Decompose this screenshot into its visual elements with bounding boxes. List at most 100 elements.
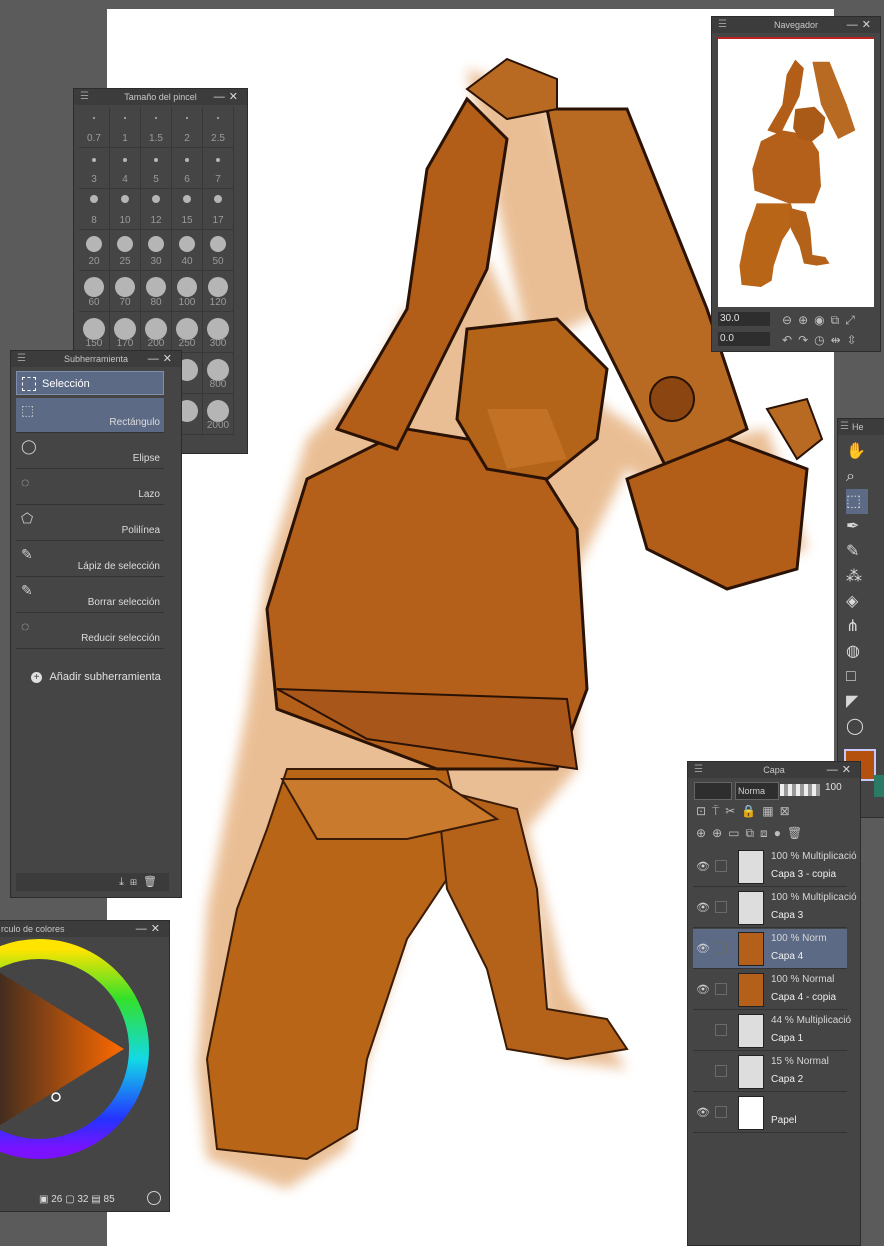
delete-layer-icon[interactable]: 🗑 bbox=[787, 826, 802, 840]
subtool-item[interactable]: ◯ Elipse bbox=[16, 434, 164, 469]
draft-icon[interactable]: ✂ bbox=[725, 804, 735, 818]
ruler-tool-icon[interactable]: ◤ bbox=[846, 689, 868, 714]
subtool-group-selection[interactable]: Selección bbox=[16, 371, 164, 395]
brush-size-cell[interactable]: 1 bbox=[110, 107, 141, 148]
zoom-field[interactable]: 30.0 bbox=[718, 312, 770, 326]
airbrush-tool-icon[interactable]: ⁂ bbox=[846, 564, 868, 589]
color-mode-icon[interactable] bbox=[147, 1191, 161, 1205]
actual-size-icon[interactable]: ⧉ bbox=[831, 313, 840, 328]
subtool-item[interactable]: ⬚ Rectángulo bbox=[16, 398, 164, 433]
brush-size-cell[interactable]: 6 bbox=[172, 148, 203, 189]
subtool-item[interactable]: ◌ Lazo bbox=[16, 470, 164, 505]
color-circle-titlebar[interactable]: rculo de colores —✕ bbox=[0, 921, 169, 937]
subtool-item[interactable]: ⬠ Polilínea bbox=[16, 506, 164, 541]
sub-color-swatch[interactable] bbox=[874, 775, 884, 797]
subtool-bottom-icons[interactable]: ⤓⊞🗑 bbox=[119, 875, 163, 889]
layer-checkbox[interactable] bbox=[715, 1024, 727, 1036]
mask-icon[interactable]: ⊠ bbox=[780, 804, 790, 818]
tools-titlebar[interactable]: ☰ He bbox=[838, 419, 884, 435]
layer-checkbox[interactable] bbox=[715, 942, 727, 954]
layer-row[interactable]: 44 % Multiplicació Capa 1 bbox=[693, 1011, 851, 1051]
brush-size-cell[interactable]: 12 bbox=[141, 189, 172, 230]
figure-tool-icon[interactable]: □ bbox=[846, 664, 868, 689]
subtool-item[interactable]: ◌ Reducir selección bbox=[16, 614, 164, 649]
blend-mode-select[interactable]: Norma bbox=[735, 782, 779, 800]
panel-menu-icon[interactable]: ☰ bbox=[694, 762, 703, 778]
brush-size-cell[interactable]: 170 bbox=[110, 312, 141, 353]
layer-checkbox[interactable] bbox=[715, 1065, 727, 1077]
brush-size-cell[interactable]: 25 bbox=[110, 230, 141, 271]
rotation-field[interactable]: 0.0 bbox=[718, 332, 770, 346]
brush-size-cell[interactable]: 7 bbox=[203, 148, 234, 189]
brush-size-cell[interactable]: 150 bbox=[79, 312, 110, 353]
layer-checkbox[interactable] bbox=[715, 901, 727, 913]
layer-checkbox[interactable] bbox=[715, 860, 727, 872]
panel-controls[interactable]: —✕ bbox=[847, 17, 875, 33]
brush-size-cell[interactable]: 60 bbox=[79, 271, 110, 312]
subtool-item[interactable]: ✎ Borrar selección bbox=[16, 578, 164, 613]
eye-icon[interactable]: 👁 bbox=[696, 860, 710, 873]
new-folder-icon[interactable]: ▭ bbox=[728, 826, 739, 840]
brush-size-cell[interactable]: 10 bbox=[110, 189, 141, 230]
panel-menu-icon[interactable]: ☰ bbox=[80, 89, 89, 105]
flip-vertical-icon[interactable]: ⇳ bbox=[847, 333, 857, 347]
layer-row[interactable]: 👁 100 % Multiplicació Capa 3 bbox=[693, 888, 857, 928]
layer-checkbox[interactable] bbox=[715, 1106, 727, 1118]
panel-controls[interactable]: —✕ bbox=[214, 89, 242, 105]
zoom-tool-icon[interactable]: ⌕ bbox=[846, 464, 868, 489]
navigator-rotate-icons[interactable]: ↶ ↷ ◷ ⇹ ⇳ bbox=[782, 331, 863, 349]
brush-size-cell[interactable]: 20 bbox=[79, 230, 110, 271]
brush-size-cell[interactable]: 15 bbox=[172, 189, 203, 230]
panel-controls[interactable]: —✕ bbox=[136, 921, 164, 937]
lock-icon[interactable]: 🔒 bbox=[741, 804, 756, 818]
eye-icon[interactable]: 👁 bbox=[696, 1106, 710, 1119]
panel-controls[interactable]: —✕ bbox=[827, 762, 855, 778]
layer-row[interactable]: 15 % Normal Capa 2 bbox=[693, 1052, 847, 1092]
add-subtool-button[interactable]: + Añadir subherramienta bbox=[31, 671, 161, 683]
panel-menu-icon[interactable]: ☰ bbox=[718, 17, 727, 33]
copy-layer-icon[interactable]: ⧉ bbox=[745, 826, 754, 841]
navigator-preview[interactable] bbox=[718, 37, 874, 307]
eye-icon[interactable]: 👁 bbox=[696, 983, 710, 996]
brush-size-cell[interactable]: 5 bbox=[141, 148, 172, 189]
fit-icon[interactable]: ◉ bbox=[814, 313, 824, 327]
brush-size-cell[interactable]: 3 bbox=[79, 148, 110, 189]
subtool-titlebar[interactable]: ☰ Subherramienta —✕ bbox=[11, 351, 181, 367]
navigator-zoom-icons[interactable]: ⊖ ⊕ ◉ ⧉ ⤢ bbox=[782, 311, 861, 329]
panel-controls[interactable]: —✕ bbox=[148, 351, 176, 367]
brush-size-cell[interactable]: 300 bbox=[203, 312, 234, 353]
reference-icon[interactable]: ⍑ bbox=[712, 804, 719, 819]
clip-icon[interactable]: ⊡ bbox=[696, 804, 706, 818]
color-wheel[interactable] bbox=[0, 939, 167, 1179]
panel-menu-icon[interactable]: ☰ bbox=[17, 351, 26, 367]
layer-type-select[interactable] bbox=[694, 782, 732, 800]
pencil-tool-icon[interactable]: ✎ bbox=[846, 539, 868, 564]
zoom-out-icon[interactable]: ⊖ bbox=[782, 313, 792, 327]
brush-size-cell[interactable]: 100 bbox=[172, 271, 203, 312]
navigator-titlebar[interactable]: ☰ Navegador —✕ bbox=[712, 17, 880, 33]
brush-size-cell[interactable]: 1.5 bbox=[141, 107, 172, 148]
brush-size-cell[interactable]: 17 bbox=[203, 189, 234, 230]
layer-row[interactable]: 👁 100 % Norm Capa 4 bbox=[693, 929, 847, 969]
mask-add-icon[interactable]: ● bbox=[774, 826, 781, 840]
subtool-item[interactable]: ✎ Lápiz de selección bbox=[16, 542, 164, 577]
brush-size-cell[interactable]: 800 bbox=[203, 353, 234, 394]
new-raster-icon[interactable]: ⊕ bbox=[696, 826, 706, 840]
eye-icon[interactable]: 👁 bbox=[696, 901, 710, 914]
fit-window-icon[interactable]: ⤢ bbox=[845, 313, 855, 328]
selection-tool-icon[interactable]: ⬚ bbox=[846, 489, 868, 514]
flip-horizontal-icon[interactable]: ⇹ bbox=[831, 333, 841, 347]
eye-icon[interactable]: 👁 bbox=[696, 942, 710, 955]
brush-size-cell[interactable]: 200 bbox=[141, 312, 172, 353]
brush-size-cell[interactable]: 8 bbox=[79, 189, 110, 230]
layer-checkbox[interactable] bbox=[715, 983, 727, 995]
rotate-left-icon[interactable]: ↶ bbox=[782, 333, 792, 347]
brush-size-cell[interactable]: 120 bbox=[203, 271, 234, 312]
zoom-in-icon[interactable]: ⊕ bbox=[798, 313, 808, 327]
opacity-slider[interactable] bbox=[780, 784, 820, 796]
reset-rotation-icon[interactable]: ◷ bbox=[814, 333, 824, 347]
layer-action-icons[interactable]: ⊕ ⊕ ▭ ⧉ ⧈ ● 🗑 bbox=[696, 824, 808, 842]
lock-transparency-icon[interactable]: ▦ bbox=[762, 804, 773, 818]
brush-size-cell[interactable]: 30 bbox=[141, 230, 172, 271]
opacity-value[interactable]: 100 bbox=[825, 782, 842, 793]
